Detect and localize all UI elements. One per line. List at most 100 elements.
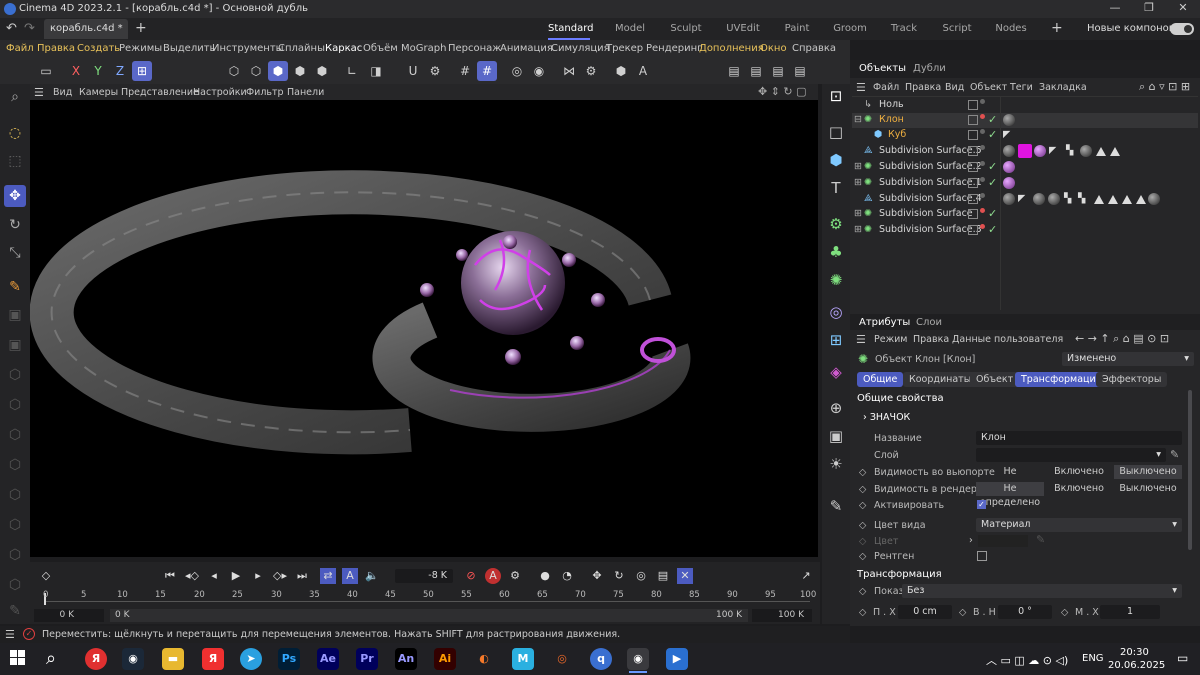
end-frame-field[interactable]: 100 K xyxy=(752,609,812,622)
enabled-check-icon[interactable]: ✓ xyxy=(988,207,997,220)
material-tag[interactable] xyxy=(1080,145,1092,157)
material-tag[interactable] xyxy=(1033,193,1045,205)
layout-tab-sculpt[interactable]: Sculpt xyxy=(668,20,704,38)
visibility-checkbox[interactable] xyxy=(968,130,978,140)
points-mode-icon[interactable]: ⬡ xyxy=(224,61,244,81)
next-frame-button[interactable]: ▸ xyxy=(250,568,266,584)
enabled-check-icon[interactable]: ✓ xyxy=(988,176,997,189)
preview-range-bar[interactable]: 0 K 100 K xyxy=(110,609,748,622)
file-tab[interactable]: корабль.c4d *✕ xyxy=(44,19,128,54)
tab-objects[interactable]: Объекты xyxy=(859,63,906,74)
undo-icon[interactable]: ↶ xyxy=(6,21,17,36)
current-frame-field[interactable]: -8 K xyxy=(395,569,453,583)
material-tag[interactable] xyxy=(1003,145,1015,157)
show-dropdown[interactable]: Без ▾ xyxy=(902,584,1182,598)
enabled-check-icon[interactable]: ✓ xyxy=(988,128,997,141)
subtab-object[interactable]: Объект xyxy=(970,372,1020,387)
render-target-icon[interactable]: ◎ xyxy=(507,61,527,81)
phong-tag-icon[interactable]: ◤ xyxy=(1003,129,1010,140)
start-frame-field[interactable]: 0 K xyxy=(34,609,104,622)
layout-tab-model[interactable]: Model xyxy=(612,20,648,38)
object-row[interactable]: ↳ Ноль xyxy=(852,98,1198,113)
expand-icon[interactable]: ⊞ xyxy=(854,177,862,188)
attributes-scrollbar[interactable] xyxy=(1188,390,1192,550)
play-button[interactable]: ▶ xyxy=(228,568,244,584)
menu-file[interactable]: Файл xyxy=(6,43,34,54)
tool-icon-f[interactable]: ⬡ xyxy=(4,454,26,476)
menu-mesh[interactable]: Каркас xyxy=(325,43,362,54)
material-tag[interactable] xyxy=(1003,114,1015,126)
objects-menu-object[interactable]: Объект xyxy=(970,82,1007,93)
object-row[interactable]: ⊞ ✺ Subdivision Surface ✓ xyxy=(852,207,1198,222)
objects-menu-file[interactable]: Файл xyxy=(873,82,899,93)
close-button[interactable]: ✕ xyxy=(1166,1,1200,17)
symmetry-icon[interactable]: ⋈ xyxy=(559,61,579,81)
layouts-toggle[interactable] xyxy=(1170,23,1194,35)
visibility-checkbox[interactable] xyxy=(968,178,978,188)
taskbar-search-icon[interactable]: ⌕ xyxy=(46,648,56,669)
diamond-icon[interactable]: ◇ xyxy=(859,551,866,562)
keyframe-icon[interactable]: ◇ xyxy=(38,568,54,584)
move-tool-icon[interactable]: ✥ xyxy=(4,185,26,207)
solo-icon[interactable]: ◨ xyxy=(366,61,386,81)
objects-menu-view[interactable]: Вид xyxy=(945,82,964,93)
point-level-icon[interactable]: ✕ xyxy=(677,568,693,584)
camera-icon[interactable]: ▣ xyxy=(824,424,848,448)
3d-viewport[interactable] xyxy=(30,100,818,557)
taskbar-time[interactable]: 20:30 xyxy=(1120,647,1149,658)
objects-menu-tags[interactable]: Теги xyxy=(1010,82,1033,93)
phong-tag-icon[interactable]: ◤ xyxy=(1049,145,1056,156)
snap-settings-icon[interactable]: ⚙ xyxy=(425,61,445,81)
character-tool-icon[interactable]: A xyxy=(633,61,653,81)
magnet-snap-icon[interactable]: U xyxy=(403,61,423,81)
layout-tab-paint[interactable]: Paint xyxy=(780,20,814,38)
red-app-icon[interactable]: ◎ xyxy=(551,648,573,670)
render-settings-icon[interactable]: ◉ xyxy=(529,61,549,81)
visibility-checkbox[interactable] xyxy=(968,162,978,172)
add-layout-button[interactable]: + xyxy=(1051,20,1063,36)
subtab-effectors[interactable]: Эффекторы xyxy=(1096,372,1168,387)
uv-tag-icon[interactable] xyxy=(1096,147,1106,156)
diamond-icon[interactable]: ◇ xyxy=(859,500,866,511)
visibility-checkbox[interactable] xyxy=(968,115,978,125)
coord-bh-field[interactable]: 0 ° xyxy=(998,605,1052,619)
diamond-icon[interactable]: ◇ xyxy=(859,586,866,597)
checker-tag-icon[interactable]: ▚ xyxy=(1066,145,1073,156)
taskbar-date[interactable]: 20.06.2025 xyxy=(1108,660,1165,671)
viewport-solo-icon[interactable]: ▭ xyxy=(36,61,56,81)
y-axis-button[interactable]: Y xyxy=(88,61,108,81)
subtab-coordinates[interactable]: Координаты xyxy=(903,372,978,387)
objects-menu-edit[interactable]: Правка xyxy=(905,82,941,93)
diamond-icon[interactable]: ◇ xyxy=(859,484,866,495)
cinema4d-taskbar-icon[interactable]: ◉ xyxy=(627,648,649,670)
uv-tag-icon[interactable] xyxy=(1094,195,1104,204)
z-axis-button[interactable]: Z xyxy=(110,61,130,81)
viewport-menu-display[interactable]: Представление xyxy=(121,87,199,98)
edges-mode-icon[interactable]: ⬡ xyxy=(246,61,266,81)
generator-icon[interactable]: ⚙ xyxy=(824,212,848,236)
vis-render-undefined[interactable]: Не определено xyxy=(976,482,1044,508)
menu-character[interactable]: Персонаж xyxy=(448,43,501,54)
snap-workplane-icon[interactable]: ∟ xyxy=(342,61,362,81)
diamond-icon[interactable]: ◇ xyxy=(859,520,866,531)
key-scale-icon[interactable]: ◔ xyxy=(559,568,575,584)
rotate-tool-icon[interactable]: ↻ xyxy=(4,214,26,236)
tool-icon-e[interactable]: ⬡ xyxy=(4,424,26,446)
menu-splines[interactable]: Сплайны xyxy=(278,43,325,54)
checker-tag-icon[interactable]: ▚ xyxy=(1064,193,1071,204)
menu-tracker[interactable]: Трекер xyxy=(606,43,643,54)
viewport-menu-panels[interactable]: Панели xyxy=(287,87,324,98)
visibility-checkbox[interactable] xyxy=(968,146,978,156)
x-axis-button[interactable]: X xyxy=(66,61,86,81)
layout-tab-uvedit[interactable]: UVEdit xyxy=(724,20,762,38)
visibility-checkbox[interactable] xyxy=(968,194,978,204)
menu-window[interactable]: Окно xyxy=(760,43,787,54)
xray-checkbox[interactable] xyxy=(977,551,987,561)
material-tag[interactable] xyxy=(1003,177,1015,189)
layout-tab-script[interactable]: Script xyxy=(940,20,974,38)
yandex-browser-icon[interactable]: Я xyxy=(85,648,107,670)
goto-end-button[interactable]: ⏭ xyxy=(294,568,310,584)
layout-tab-nodes[interactable]: Nodes xyxy=(994,20,1028,38)
globe-icon[interactable]: ⊕ xyxy=(824,396,848,420)
name-field[interactable]: Клон xyxy=(976,431,1182,445)
